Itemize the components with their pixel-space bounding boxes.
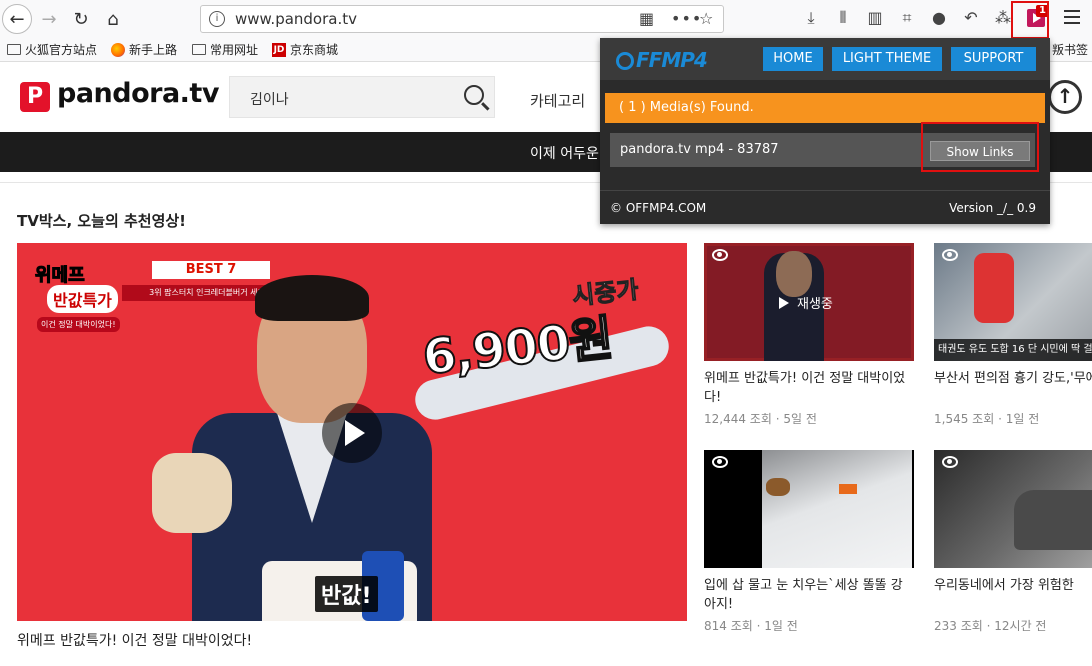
page-actions-icon[interactable]: •••: [671, 9, 702, 28]
video-title[interactable]: 부산서 편의점 흉기 강도,'무에 딱 걸려: [934, 369, 1092, 407]
popup-header: FFMP4 HOME LIGHT THEME SUPPORT: [600, 38, 1050, 80]
burger-shape: [152, 453, 232, 533]
pandora-logo-text[interactable]: pandora.tv: [57, 78, 219, 109]
sidebar-icon[interactable]: ▥: [864, 8, 886, 27]
video-subtitle: 반값!: [315, 576, 378, 612]
pandora-logo-icon[interactable]: P: [20, 82, 50, 112]
video-card[interactable]: 재생중 위메프 반값특가! 이건 정말 대박이었다! 12,444 조회 · 5…: [704, 243, 914, 427]
jd-icon: JD: [272, 42, 286, 57]
undo-arrow-icon[interactable]: ↶: [960, 8, 982, 27]
video-meta: 814 조회 · 1일 전: [704, 619, 798, 633]
info-icon[interactable]: i: [209, 11, 225, 27]
browser-toolbar: ← → ↻ ⌂ i www.pandora.tv ▦ ••• ☆ ⤓ ⫴ ▥ ⌗…: [0, 0, 1092, 39]
video-card[interactable]: 우리동네에서 가장 위험한 233 조회 · 12시간 전: [934, 450, 1092, 634]
video-meta: 1,545 조회 · 1일 전: [934, 412, 1040, 426]
search-input[interactable]: 김이나: [229, 76, 495, 118]
wemakeprice-logo: 위메프 반값특가 이건 정말 대박이었다!: [35, 261, 135, 332]
video-thumbnail[interactable]: 태권도 유도 도합 16 단 시민에 딱 걸려 편: [934, 243, 1092, 361]
search-value: 김이나: [250, 92, 289, 108]
back-button[interactable]: ←: [2, 4, 32, 34]
bookmark-firefox-official[interactable]: 火狐官方站点: [7, 41, 97, 58]
category-menu[interactable]: 카테고리: [530, 90, 585, 111]
offmp4-logo: FFMP4: [616, 48, 708, 72]
folder-icon: [7, 44, 21, 55]
hamburger-menu-icon[interactable]: [1064, 10, 1080, 28]
video-title[interactable]: 입에 삽 물고 눈 치우는`세상 똘똘 강아지!: [704, 576, 914, 614]
version-text: Version _/_ 0.9: [949, 201, 1036, 215]
offmp4-popup: FFMP4 HOME LIGHT THEME SUPPORT ( 1 ) Med…: [600, 38, 1050, 224]
folder-icon: [192, 44, 206, 55]
popup-footer: © OFFMP4.COM Version _/_ 0.9: [600, 190, 1050, 224]
eye-icon: [712, 456, 728, 468]
thumb-figure: [974, 253, 1014, 323]
home-button[interactable]: HOME: [763, 47, 823, 71]
light-theme-button[interactable]: LIGHT THEME: [832, 47, 942, 71]
person-hair: [255, 275, 369, 321]
bookmark-label: 火狐官方站点: [25, 43, 98, 57]
url-text: www.pandora.tv: [235, 10, 357, 28]
extension-highlight: [1011, 1, 1049, 39]
dark-mode-text[interactable]: 이제 어두운: [530, 143, 599, 163]
thumb-car: [1014, 490, 1092, 550]
bookmark-label: 京东商城: [290, 43, 339, 57]
bookmark-jd[interactable]: JD 京东商城: [272, 41, 338, 58]
offmp4-o-icon: [616, 52, 634, 70]
upload-icon[interactable]: ↑: [1048, 80, 1082, 114]
thumb-snow: [762, 450, 912, 568]
bookmark-star-icon[interactable]: ☆: [699, 9, 713, 28]
bookmark-label: 新手上路: [129, 43, 178, 57]
show-links-highlight: [921, 122, 1039, 172]
screenshot-crop-icon[interactable]: ⌗: [896, 8, 918, 28]
section-title: TV박스, 오늘의 추천영상!: [17, 212, 187, 230]
video-thumbnail[interactable]: 재생중: [704, 243, 914, 361]
video-thumbnail[interactable]: [704, 450, 914, 568]
bookmark-label: 常用网址: [210, 43, 259, 57]
home-icon[interactable]: ⌂: [98, 4, 128, 34]
play-icon: [779, 297, 789, 309]
support-button[interactable]: SUPPORT: [951, 47, 1036, 71]
download-icon[interactable]: ⤓: [800, 8, 822, 28]
mobile-bookmarks[interactable]: 叛书签: [1052, 41, 1088, 58]
bookmark-getting-started[interactable]: 新手上路: [111, 41, 177, 58]
search-icon[interactable]: [464, 85, 484, 105]
firefox-icon: [111, 42, 125, 57]
reload-button[interactable]: ↻: [66, 4, 96, 34]
featured-video-title[interactable]: 위메프 반값특가! 이건 정말 대박이었다!: [17, 630, 252, 650]
video-card[interactable]: 입에 삽 물고 눈 치우는`세상 똘똘 강아지! 814 조회 · 1일 전: [704, 450, 914, 634]
video-thumbnail[interactable]: [934, 450, 1092, 568]
featured-video-player[interactable]: 위메프 반값특가 이건 정말 대박이었다! BEST 7 3위 팝스터치 인크레…: [17, 243, 687, 621]
eye-icon: [942, 456, 958, 468]
video-caption: 태권도 유도 도합 16 단 시민에 딱 걸려 편: [934, 339, 1092, 361]
url-bar[interactable]: i www.pandora.tv ▦ ••• ☆: [200, 5, 724, 33]
copyright-text: © OFFMP4.COM: [610, 201, 707, 215]
video-title[interactable]: 우리동네에서 가장 위험한: [934, 576, 1092, 614]
bookmark-common-sites[interactable]: 常用网址: [192, 41, 258, 58]
play-button[interactable]: [322, 403, 382, 463]
video-meta: 233 조회 · 12시간 전: [934, 619, 1047, 633]
thumb-shovel: [839, 484, 857, 494]
video-meta: 12,444 조회 · 5일 전: [704, 412, 817, 426]
media-found-banner: ( 1 ) Media(s) Found.: [605, 93, 1045, 123]
thumb-dog: [766, 478, 790, 496]
eye-icon: [712, 249, 728, 261]
qr-code-icon[interactable]: ▦: [639, 9, 654, 28]
video-card[interactable]: 태권도 유도 도합 16 단 시민에 딱 걸려 편 부산서 편의점 흉기 강도,…: [934, 243, 1092, 427]
forward-button[interactable]: →: [34, 4, 64, 34]
now-playing-label: 재생중: [779, 293, 833, 312]
eye-icon: [942, 249, 958, 261]
chat-bubble-icon[interactable]: ●: [928, 8, 950, 27]
library-icon[interactable]: ⫴: [832, 8, 854, 28]
video-title[interactable]: 위메프 반값특가! 이건 정말 대박이었다!: [704, 369, 914, 407]
